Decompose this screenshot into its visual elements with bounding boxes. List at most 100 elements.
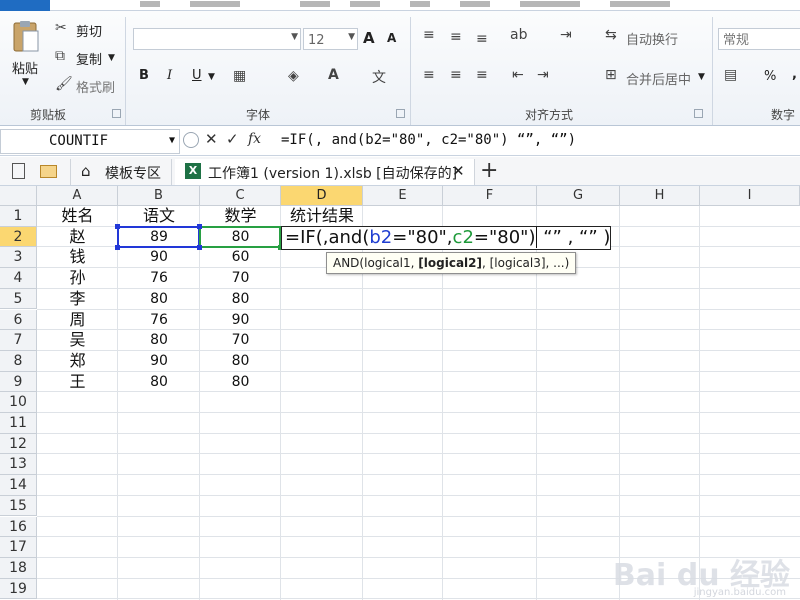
score-cell[interactable]: 70 [200, 330, 281, 351]
row-header-7[interactable]: 7 [0, 330, 37, 351]
folder-icon[interactable] [40, 165, 57, 178]
chevron-down-icon[interactable]: ▼ [169, 135, 175, 146]
spreadsheet-grid[interactable]: ABCDEFGHI 1 2 3 4 5 6 7 8 9 10 11 12 13 14 15 16 17 18 19 … [0, 186, 800, 600]
row-header-9[interactable]: 9 [0, 371, 37, 393]
insert-function-button[interactable]: fx [248, 131, 261, 147]
grow-font-button[interactable]: A [363, 29, 375, 47]
name-cell[interactable]: 吴 [37, 330, 118, 351]
column-header-f[interactable]: F [443, 186, 537, 206]
paste-icon[interactable] [10, 19, 42, 57]
row-header-1[interactable]: 1 [0, 206, 37, 227]
align-middle-icon[interactable]: ≡ [450, 29, 462, 45]
copy-dropdown-icon[interactable]: ▼ [108, 53, 115, 63]
row-header-16[interactable]: 16 [0, 516, 37, 538]
font-color-icon[interactable]: A [328, 67, 339, 83]
column-header-i[interactable]: I [700, 186, 800, 206]
column-header-b[interactable]: B [118, 186, 200, 206]
row-header-13[interactable]: 13 [0, 454, 37, 476]
ribbon-tab-stub[interactable] [610, 1, 670, 7]
range-handle[interactable] [197, 223, 202, 229]
row-header-19[interactable]: 19 [0, 578, 37, 600]
header-cell[interactable]: 语文 [118, 206, 200, 227]
header-cell[interactable]: 统计结果 [281, 206, 363, 227]
merge-dropdown-icon[interactable]: ▼ [698, 72, 705, 82]
ribbon-tab-stub[interactable] [350, 1, 380, 7]
column-header-a[interactable]: A [37, 186, 118, 206]
shrink-font-button[interactable]: A [387, 31, 396, 45]
font-name-combo[interactable]: ▼ [133, 28, 301, 50]
tab-templates[interactable]: ⌂ 模板专区 [70, 159, 172, 185]
ribbon-tab-stub[interactable] [520, 1, 580, 7]
header-cell[interactable]: 姓名 [37, 206, 118, 227]
name-cell[interactable]: 郑 [37, 351, 118, 372]
name-cell[interactable]: 赵 [37, 227, 118, 248]
score-cell[interactable]: 80 [200, 289, 281, 310]
file-tab[interactable] [0, 0, 50, 11]
score-cell[interactable]: 76 [118, 310, 200, 331]
copy-button[interactable]: 复制 [76, 49, 102, 68]
align-right-icon[interactable]: ≡ [476, 67, 488, 83]
row-header-5[interactable]: 5 [0, 288, 37, 310]
scissors-icon[interactable]: ✂ [55, 20, 67, 36]
ribbon-tab-stub[interactable] [410, 1, 430, 7]
close-tab-button[interactable]: ✕ [452, 162, 465, 180]
cell-edit-box[interactable]: =IF(,and(b2="80",c2="80") “” , “” ) [281, 225, 612, 251]
indent-icon[interactable]: ⇥ [560, 27, 572, 43]
row-header-4[interactable]: 4 [0, 268, 37, 289]
tab-workbook[interactable]: X 工作簿1 (version 1).xlsb [自动保存的] ✕ [175, 159, 475, 185]
score-cell[interactable]: 90 [118, 247, 200, 268]
select-all-corner[interactable] [0, 186, 37, 206]
copy-icon[interactable]: ⧉ [55, 48, 65, 64]
row-header-11[interactable]: 11 [0, 413, 37, 434]
paste-label[interactable]: 粘贴 [12, 58, 38, 77]
format-painter-icon[interactable]: 🖌 [55, 76, 73, 92]
new-tab-button[interactable]: + [480, 158, 498, 183]
paste-dropdown-icon[interactable]: ▼ [22, 77, 29, 87]
percent-button[interactable]: % [764, 69, 776, 84]
wrap-text-button[interactable]: 自动换行 [626, 29, 678, 48]
align-bottom-icon[interactable]: ≡ [476, 31, 488, 47]
fill-color-icon[interactable]: ◈ [288, 68, 299, 84]
format-painter-button[interactable]: 格式刷 [76, 77, 115, 96]
align-top-icon[interactable]: ≡ [423, 27, 435, 43]
range-handle[interactable] [115, 223, 120, 229]
range-handle[interactable] [115, 245, 120, 251]
italic-button[interactable]: I [167, 68, 172, 83]
row-header-15[interactable]: 15 [0, 495, 37, 517]
score-cell[interactable]: 60 [200, 247, 281, 268]
decrease-indent-icon[interactable]: ⇤ [512, 67, 524, 83]
column-header-h[interactable]: H [620, 186, 700, 206]
ribbon-tab-stub[interactable] [460, 1, 490, 7]
score-cell[interactable]: 80 [200, 372, 281, 393]
underline-button[interactable]: U [192, 68, 202, 83]
name-cell[interactable]: 李 [37, 289, 118, 310]
ribbon-tab-stub[interactable] [140, 1, 160, 7]
score-cell[interactable]: 76 [118, 268, 200, 289]
formula-input[interactable]: =IF(, and(b2="80", c2="80") “”, “”) [275, 129, 800, 154]
row-header-3[interactable]: 3 [0, 247, 37, 269]
score-cell[interactable]: 80 [118, 330, 200, 351]
score-cell[interactable]: 80 [118, 289, 200, 310]
ribbon-tab-stub[interactable] [300, 1, 330, 7]
alignment-launcher-icon[interactable] [694, 109, 703, 118]
phonetic-icon[interactable]: 文 [372, 67, 386, 87]
cut-button[interactable]: 剪切 [76, 21, 102, 40]
row-header-10[interactable]: 10 [0, 392, 37, 413]
ribbon-tab-stub[interactable] [190, 1, 240, 7]
row-header-17[interactable]: 17 [0, 537, 37, 558]
score-cell[interactable]: 80 [200, 351, 281, 372]
merge-center-icon[interactable]: ⊞ [605, 67, 617, 83]
font-size-combo[interactable]: 12 ▼ [303, 28, 358, 50]
row-header-12[interactable]: 12 [0, 433, 37, 455]
font-launcher-icon[interactable] [396, 109, 405, 118]
row-header-8[interactable]: 8 [0, 350, 37, 372]
name-cell[interactable]: 王 [37, 372, 118, 393]
column-header-d[interactable]: D [281, 186, 363, 206]
increase-indent-icon[interactable]: ⇥ [537, 67, 549, 83]
score-cell[interactable]: 80 [118, 372, 200, 393]
score-cell[interactable]: 70 [200, 268, 281, 289]
name-box[interactable]: COUNTIF ▼ [0, 129, 180, 154]
borders-icon[interactable]: ▦ [233, 68, 246, 84]
column-header-g[interactable]: G [537, 186, 620, 206]
enter-formula-button[interactable]: ✓ [226, 130, 239, 148]
